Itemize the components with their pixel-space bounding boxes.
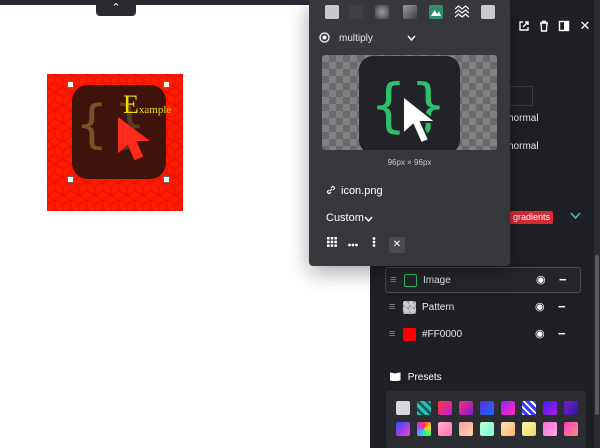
radial-gradient-tool-icon[interactable] [375, 5, 389, 19]
size-mode-value: Custom [326, 212, 364, 224]
resize-handle-top-right[interactable] [163, 81, 170, 88]
panel-icon [558, 20, 570, 32]
remove-layer-button[interactable]: − [559, 272, 567, 287]
layer-label: Image [423, 275, 451, 286]
preset-swatch[interactable] [438, 401, 452, 415]
presets-grid [386, 391, 586, 448]
left-brace-glyph: { [76, 95, 108, 155]
scrollbar-thumb[interactable] [595, 255, 599, 415]
chevron-down-icon [364, 216, 373, 222]
canvas-preview[interactable]: { } Example [47, 74, 183, 211]
close-icon: ✕ [579, 18, 591, 33]
preset-swatch[interactable] [417, 422, 431, 436]
preset-swatch[interactable] [564, 401, 578, 415]
external-link-button[interactable] [514, 16, 534, 36]
layer-row-pattern[interactable]: ≡ Pattern ◉ − [385, 295, 581, 321]
color-swatch [403, 328, 416, 341]
layer-row-image[interactable]: ≡ Image ◉ − [385, 267, 581, 293]
preview-icon-image: { } [359, 56, 460, 150]
image-preview[interactable]: { } [322, 55, 497, 150]
preset-swatch[interactable] [480, 401, 494, 415]
preset-swatch[interactable] [543, 422, 557, 436]
chevron-up-icon: ⌃ [111, 2, 121, 14]
cursor-arrow-icon [118, 117, 150, 161]
close-panel-button[interactable]: ✕ [575, 16, 595, 36]
remove-layer-button[interactable]: − [558, 326, 566, 341]
drag-handle-icon[interactable]: ≡ [390, 274, 396, 286]
drag-handle-icon[interactable]: ≡ [389, 328, 395, 340]
preset-swatch[interactable] [501, 422, 515, 436]
blend-mode-row-1[interactable]: normal [508, 113, 539, 124]
tile-button[interactable] [326, 237, 338, 253]
toggle-panel-button[interactable] [554, 16, 574, 36]
image-tool-icon[interactable] [429, 5, 443, 19]
preset-swatch[interactable] [564, 422, 578, 436]
resize-handle-top-left[interactable] [67, 81, 74, 88]
drag-handle-icon[interactable]: ≡ [389, 301, 395, 313]
preset-swatch[interactable] [396, 401, 410, 415]
close-icon: ✕ [392, 239, 402, 250]
preset-swatch[interactable] [396, 422, 410, 436]
presets-title: Presets [407, 372, 442, 383]
preset-swatch[interactable] [459, 401, 473, 415]
layer-label: Pattern [422, 302, 455, 313]
cursor-arrow-icon [402, 94, 439, 145]
presets-header: Presets [390, 372, 442, 383]
size-mode-select[interactable]: Custom [326, 212, 386, 224]
layer-label: #FF0000 [422, 329, 463, 340]
panel-scrollbar[interactable] [594, 0, 600, 448]
book-icon [390, 372, 401, 382]
eye-icon[interactable]: ◉ [535, 300, 545, 313]
dots-vertical-icon [372, 237, 376, 247]
extra-tool-icon[interactable] [481, 5, 495, 19]
preset-swatch[interactable] [438, 422, 452, 436]
delete-button[interactable] [534, 16, 554, 36]
image-layer-popover: multiply { } 96px × 96px icon.png Custom… [309, 0, 510, 266]
preset-swatch[interactable] [501, 401, 515, 415]
resize-handle-bottom-left[interactable] [67, 176, 74, 183]
grid-icon [327, 237, 337, 247]
link-icon [326, 185, 336, 195]
pattern-tool-icon[interactable] [454, 5, 470, 19]
trash-icon [540, 20, 548, 32]
blend-mode-value: multiply [339, 33, 373, 44]
no-repeat-button[interactable]: ✕ [389, 237, 405, 253]
blend-mode-row-2[interactable]: normal [508, 141, 539, 152]
flat-tool-icon[interactable] [349, 5, 363, 19]
external-link-icon [519, 21, 529, 31]
dots-horizontal-icon [348, 243, 358, 247]
preset-swatch[interactable] [522, 401, 536, 415]
blend-mode-icon [319, 32, 330, 43]
example-text[interactable]: Example [123, 90, 171, 120]
preset-swatch[interactable] [459, 422, 473, 436]
remove-layer-button[interactable]: − [558, 299, 566, 314]
eye-icon[interactable]: ◉ [535, 327, 545, 340]
image-thumbnail [404, 274, 417, 287]
preset-swatch[interactable] [543, 401, 557, 415]
eye-icon[interactable]: ◉ [536, 273, 546, 286]
chevron-down-icon[interactable] [570, 209, 581, 223]
image-dimensions: 96px × 96px [387, 158, 432, 167]
example-text-initial: E [123, 90, 139, 119]
repeat-x-button[interactable] [347, 237, 359, 253]
preset-swatch[interactable] [522, 422, 536, 436]
example-text-rest: xample [138, 104, 172, 116]
chevron-down-icon [407, 35, 416, 41]
gradients-badge[interactable]: gradients [510, 211, 554, 224]
file-name: icon.png [341, 185, 383, 197]
repeat-y-button[interactable] [370, 237, 378, 253]
preset-swatch[interactable] [417, 401, 431, 415]
fill-tool-icon[interactable] [325, 5, 339, 19]
layer-row-color[interactable]: ≡ #FF0000 ◉ − [385, 322, 581, 348]
preset-swatch[interactable] [480, 422, 494, 436]
linear-gradient-tool-icon[interactable] [403, 5, 417, 19]
collapse-toolbar-button[interactable]: ⌃ [96, 0, 136, 16]
pattern-thumbnail [403, 301, 416, 314]
resize-handle-bottom-right[interactable] [163, 176, 170, 183]
